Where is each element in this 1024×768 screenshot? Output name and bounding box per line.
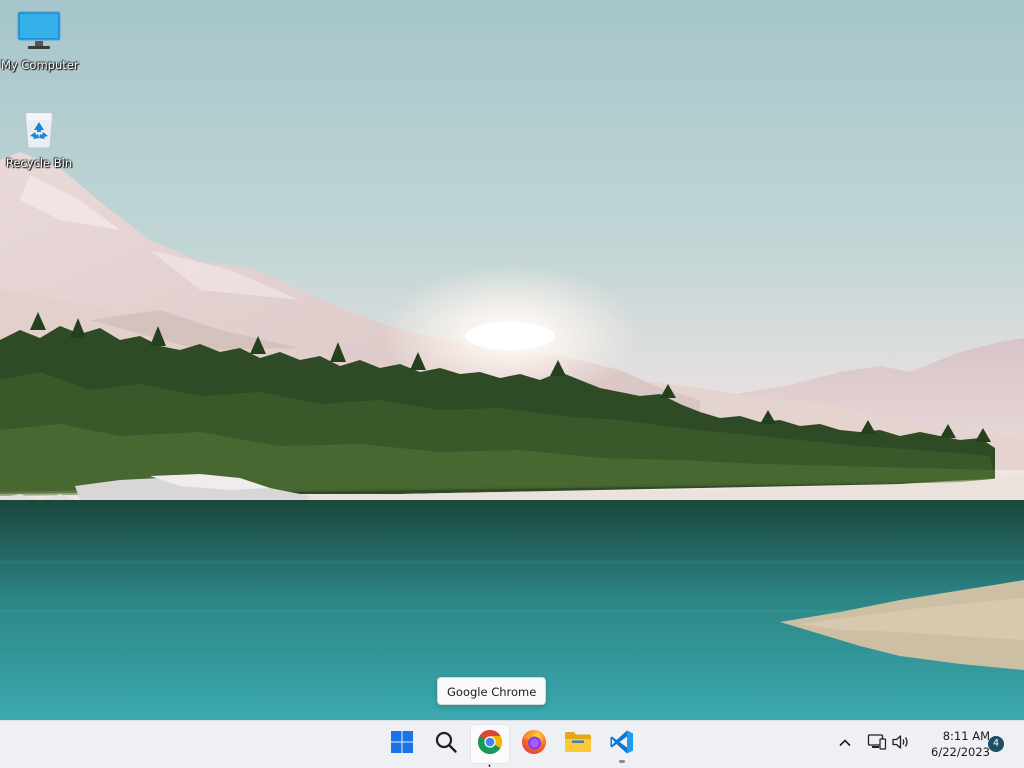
chrome-icon bbox=[477, 729, 503, 759]
clock-time: 8:11 AM bbox=[942, 729, 990, 743]
vscode-taskbar-button[interactable] bbox=[602, 724, 642, 764]
show-hidden-icons-button[interactable] bbox=[834, 733, 856, 755]
taskbar: 8:11 AM 6/22/2023 bbox=[0, 720, 1024, 768]
search-button[interactable] bbox=[426, 724, 466, 764]
desktop-wallpaper bbox=[0, 0, 1024, 720]
volume-icon bbox=[891, 733, 911, 755]
firefox-icon bbox=[521, 729, 547, 759]
chrome-tooltip: Google Chrome bbox=[437, 677, 547, 705]
file-explorer-taskbar-button[interactable] bbox=[558, 724, 598, 764]
network-button[interactable] bbox=[866, 733, 888, 755]
desktop-icon-label: My Computer bbox=[1, 58, 79, 72]
clock-button[interactable]: 8:11 AM 6/22/2023 bbox=[918, 728, 990, 760]
volume-button[interactable] bbox=[890, 733, 912, 755]
vscode-icon bbox=[609, 729, 635, 759]
clock-date: 6/22/2023 bbox=[931, 745, 990, 759]
file-explorer-icon bbox=[564, 730, 592, 758]
windows-start-icon bbox=[390, 730, 414, 758]
start-button[interactable] bbox=[382, 724, 422, 764]
chevron-up-icon bbox=[838, 735, 852, 754]
notification-count-badge[interactable]: 4 bbox=[988, 736, 1004, 752]
running-indicator bbox=[619, 760, 625, 763]
desktop-icon-recycle-bin[interactable]: Recycle Bin bbox=[1, 108, 77, 170]
desktop-icon-label: Recycle Bin bbox=[5, 156, 73, 170]
firefox-taskbar-button[interactable] bbox=[514, 724, 554, 764]
search-icon bbox=[434, 730, 458, 758]
monitor-icon bbox=[1, 10, 77, 56]
desktop[interactable]: My Computer Recycle Bin Google Chrome bbox=[0, 0, 1024, 720]
desktop-icon-my-computer[interactable]: My Computer bbox=[1, 10, 79, 72]
mouse-cursor-icon bbox=[488, 763, 493, 768]
recycle-bin-icon bbox=[1, 108, 77, 154]
network-icon bbox=[867, 733, 887, 755]
chrome-taskbar-button[interactable] bbox=[470, 724, 510, 764]
